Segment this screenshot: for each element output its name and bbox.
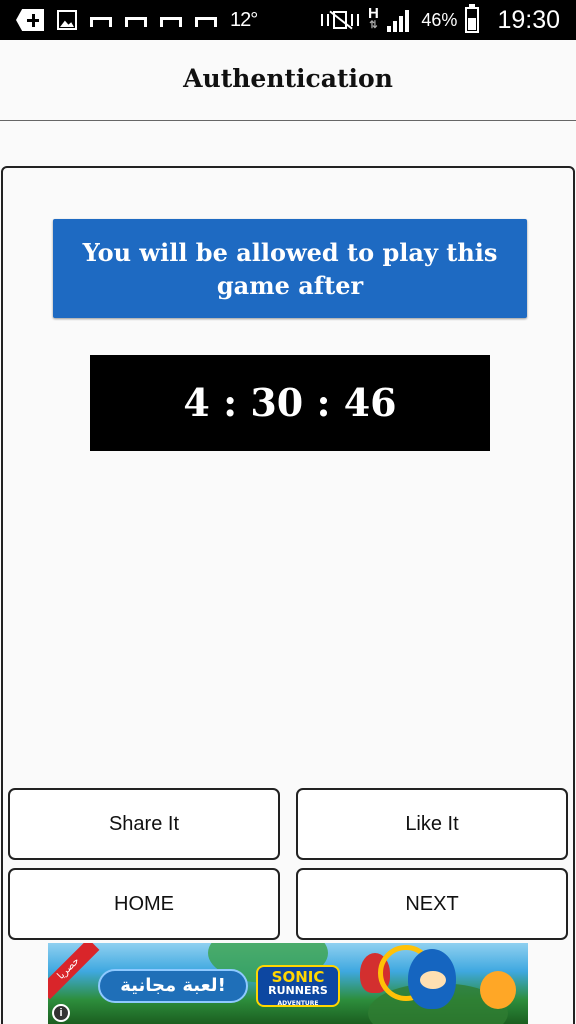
ad-logo-line2: RUNNERS bbox=[268, 984, 328, 997]
ad-ribbon: حصريا bbox=[48, 943, 100, 1000]
network-h-icon: H ⇅ bbox=[367, 5, 379, 31]
ad-logo-line3: ADVENTURE bbox=[277, 1000, 319, 1007]
bracket-icon bbox=[125, 17, 147, 27]
ad-logo-line1: SONIC bbox=[271, 968, 325, 986]
like-button[interactable]: Like It bbox=[296, 788, 568, 860]
ad-character-tails bbox=[480, 971, 516, 1009]
home-button[interactable]: HOME bbox=[8, 868, 280, 940]
ad-character-sonic bbox=[408, 949, 456, 1009]
status-bar: 12° H ⇅ 46% 19:30 bbox=[0, 0, 576, 40]
bracket-icon bbox=[195, 17, 217, 27]
ad-game-logo: SONIC RUNNERS ADVENTURE bbox=[256, 965, 340, 1007]
next-button[interactable]: NEXT bbox=[296, 868, 568, 940]
battery-icon bbox=[465, 4, 480, 33]
status-bar-system: H ⇅ 46% 19:30 bbox=[321, 4, 560, 36]
status-bar-notifications: 12° bbox=[16, 6, 258, 34]
bracket-icon bbox=[90, 17, 112, 27]
ad-banner[interactable]: حصريا لعبة مجانية! SONIC RUNNERS ADVENTU… bbox=[48, 943, 528, 1024]
page-title: Authentication bbox=[183, 64, 393, 93]
gallery-icon bbox=[57, 10, 77, 30]
add-notification-icon bbox=[16, 9, 44, 31]
clock-text: 19:30 bbox=[497, 5, 560, 34]
battery-percent-text: 46% bbox=[421, 9, 458, 30]
ad-info-icon[interactable]: i bbox=[52, 1004, 70, 1022]
app-header: Authentication bbox=[0, 40, 576, 121]
vibrate-off-icon bbox=[321, 8, 360, 32]
signal-icon bbox=[387, 8, 413, 32]
temperature-text: 12° bbox=[230, 8, 258, 31]
bracket-icon bbox=[160, 17, 182, 27]
share-button[interactable]: Share It bbox=[8, 788, 280, 860]
wait-notice-banner: You will be allowed to play this game af… bbox=[53, 219, 527, 318]
ad-cta-button[interactable]: لعبة مجانية! bbox=[98, 969, 248, 1003]
countdown-timer: 4 : 30 : 46 bbox=[90, 355, 490, 451]
